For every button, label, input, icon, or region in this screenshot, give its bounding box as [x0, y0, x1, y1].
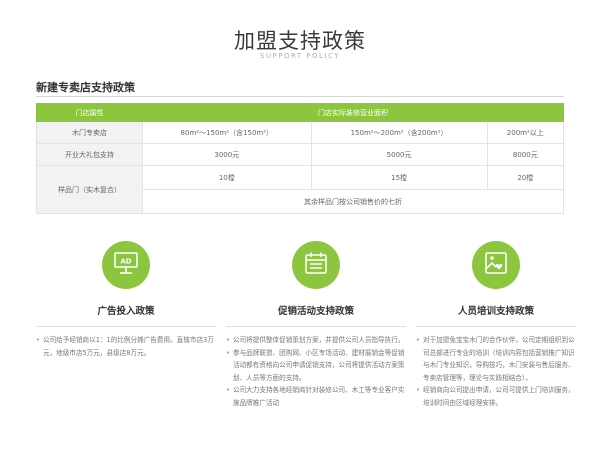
feature-icon-circle: AD: [102, 241, 150, 289]
feature-ad-policy: AD 广告投入政策 公司给予经销商以1：1的比例分摊广告费用。直辖市店3万元，地…: [36, 241, 216, 359]
feature-list: 公司将提供整体促销策划方案，并提供公司人员指导执行。 参与品牌联盟、团购网、小区…: [226, 334, 406, 409]
row-label: 木门专卖店: [36, 121, 143, 144]
table-row: 开业大礼包支持 3000元 5000元 8000元: [36, 143, 565, 166]
table-header-row: 门店属性 门店实际装修营业面积: [36, 103, 564, 122]
feature-title: 广告投入政策: [97, 306, 155, 317]
feature-divider: [226, 326, 406, 327]
table-row: 木门专卖店 80m²～150m²（含150m²） 150m²～200m²（含20…: [36, 121, 565, 144]
feature-promotion-policy: 促销活动支持政策 公司将提供整体促销策划方案，并提供公司人员指导执行。 参与品牌…: [226, 241, 406, 409]
policy-table: 门店属性 门店实际装修营业面积 木门专卖店 80m²～150m²（含150m²）…: [36, 103, 565, 214]
table-cell: 80m²～150m²（含150m²）: [142, 121, 312, 144]
table-cell: 8000元: [486, 143, 565, 166]
list-item: 公司大力支持各地经销商针对装修公司、木工等专业客户实施品牌推广活动: [226, 384, 406, 409]
list-item: 对于加盟免宝宝木门的合作伙伴，公司定期组织到公司总部进行专业的培训（培训内容包括…: [416, 334, 576, 384]
feature-icon-circle: [472, 241, 520, 289]
calendar-icon: [302, 249, 330, 281]
table-cell: 5000元: [310, 143, 488, 166]
feature-title: 促销活动支持政策: [277, 306, 354, 317]
picture-heart-icon: [482, 249, 510, 281]
page-title: 加盟支持政策: [234, 29, 366, 53]
list-item: 公司给予经销商以1：1的比例分摊广告费用。直辖市店3万元，地级市店5万元，县级店…: [36, 334, 216, 359]
list-item: 经销商向公司提出申请，公司可提供上门培训服务，培训时间由区域经理安排。: [416, 384, 576, 409]
header-store-area: 门店实际装修营业面积: [142, 103, 564, 122]
table-cell: 15樘: [310, 165, 488, 190]
section-divider: [36, 96, 564, 97]
row-label: 开业大礼包支持: [36, 143, 143, 166]
svg-text:AD: AD: [120, 258, 131, 266]
ad-board-icon: AD: [112, 249, 140, 281]
table-cell: 150m²～200m²（含200m²）: [310, 121, 488, 144]
table-note-cell: 其余样品门按公司销售价的七折: [142, 189, 564, 214]
list-item: 公司将提供整体促销策划方案，并提供公司人员指导执行。: [226, 334, 406, 347]
section-title: 新建专卖店支持政策: [36, 81, 135, 94]
table-row: 样品门（实木复合） 10樘 15樘 20樘: [36, 165, 565, 214]
feature-divider: [416, 326, 576, 327]
feature-icon-circle: [292, 241, 340, 289]
feature-title: 人员培训支持政策: [457, 306, 534, 317]
feature-list: 公司给予经销商以1：1的比例分摊广告费用。直辖市店3万元，地级市店5万元，县级店…: [36, 334, 216, 359]
list-item: 参与品牌联盟、团购网、小区专场活动、建材展销会等促销活动都有资格向公司申请促销支…: [226, 347, 406, 385]
table-cell: 200m²以上: [486, 121, 565, 144]
table-cell: 3000元: [142, 143, 312, 166]
row-label: 样品门（实木复合）: [36, 165, 143, 214]
feature-training-policy: 人员培训支持政策 对于加盟免宝宝木门的合作伙伴，公司定期组织到公司总部进行专业的…: [416, 241, 576, 409]
table-cell: 20樘: [486, 165, 565, 190]
feature-divider: [36, 326, 216, 327]
header-store-attribute: 门店属性: [36, 103, 143, 122]
table-cell: 10樘: [142, 165, 312, 190]
page-subtitle: SUPPORT POLICY: [259, 52, 341, 60]
feature-list: 对于加盟免宝宝木门的合作伙伴，公司定期组织到公司总部进行专业的培训（培训内容包括…: [416, 334, 576, 409]
